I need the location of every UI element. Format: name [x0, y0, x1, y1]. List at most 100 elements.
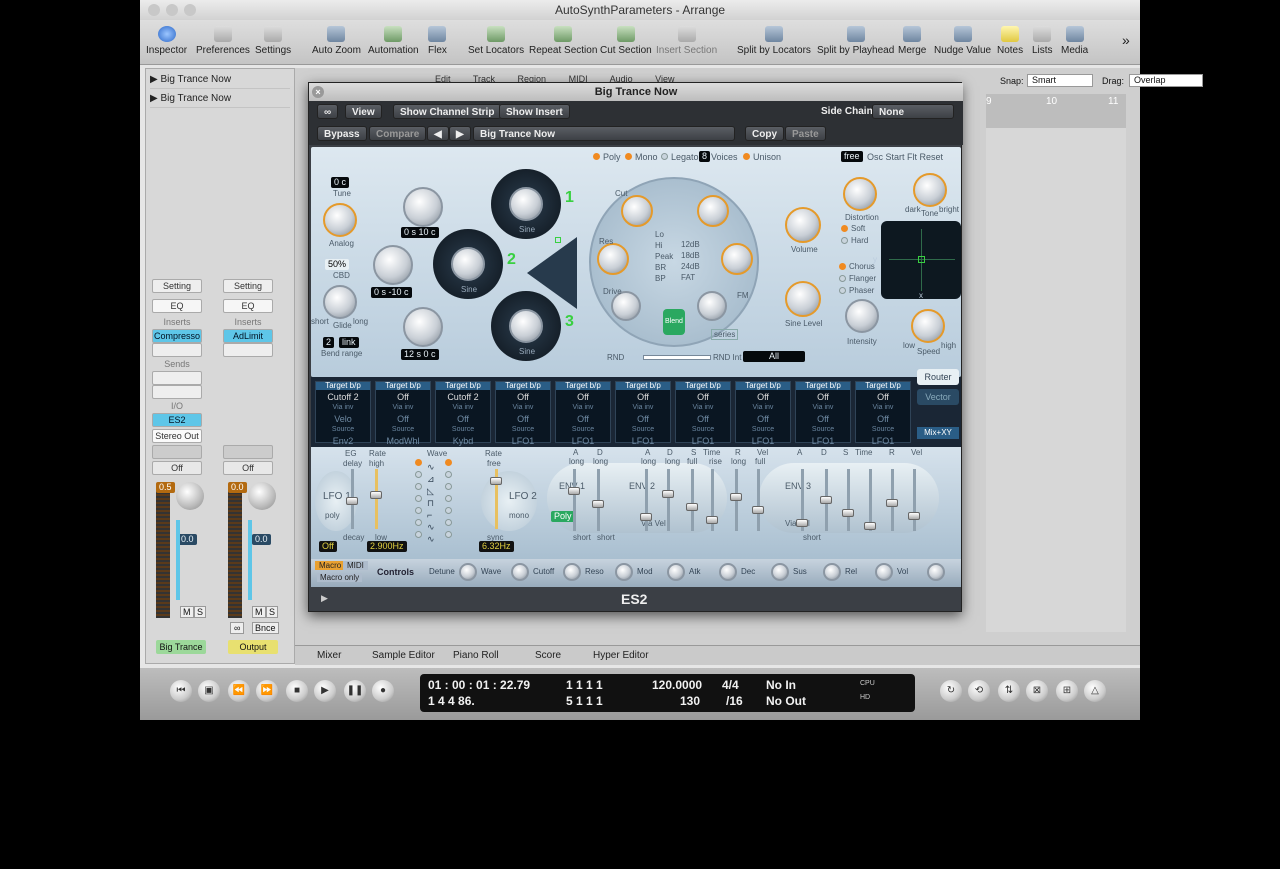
- router-column[interactable]: Target b/p Off Via inv Off Source LFO1: [735, 381, 791, 446]
- bar-ruler[interactable]: 9 10 11: [986, 94, 1126, 128]
- setting-button[interactable]: Setting: [152, 279, 202, 293]
- macro-knob[interactable]: [927, 563, 945, 581]
- lfo1-rate-value[interactable]: 2.900Hz: [367, 541, 407, 552]
- lfo2-wave-led[interactable]: [445, 531, 452, 538]
- preferences-button[interactable]: Preferences: [196, 26, 250, 56]
- triangle-mixer-handle[interactable]: [555, 237, 561, 243]
- snap-select[interactable]: Smart: [1027, 74, 1093, 87]
- macro-knob[interactable]: [823, 563, 841, 581]
- envelope-slider-handle[interactable]: [820, 496, 832, 504]
- speed-knob[interactable]: [911, 309, 945, 343]
- tab-score[interactable]: Score: [535, 650, 561, 661]
- router-column[interactable]: Target b/p Off Via inv Off Source LFO1: [795, 381, 851, 446]
- envelope-slider-handle[interactable]: [662, 490, 674, 498]
- envelope-slider-handle[interactable]: [592, 500, 604, 508]
- osc3-number[interactable]: 3: [565, 313, 574, 331]
- merge-button[interactable]: Merge: [898, 26, 926, 56]
- view-menu[interactable]: View: [345, 104, 382, 119]
- envelope-slider[interactable]: [645, 469, 648, 531]
- lfo2-wave-led[interactable]: [445, 459, 452, 466]
- macro-knob[interactable]: [719, 563, 737, 581]
- voices-value[interactable]: 8: [699, 151, 711, 162]
- stop-icon-alt[interactable]: ▣: [198, 680, 220, 702]
- macro-button[interactable]: Macro: [315, 561, 346, 570]
- filter1-cutoff-knob[interactable]: [621, 195, 653, 227]
- solo-button[interactable]: S: [194, 606, 207, 618]
- flt-reset-label[interactable]: Flt Reset: [907, 152, 943, 162]
- metronome-icon[interactable]: △: [1084, 680, 1106, 702]
- track-header[interactable]: ▶ Big Trance Now: [150, 90, 290, 108]
- lfo2-wave-led[interactable]: [445, 519, 452, 526]
- settings-button[interactable]: Settings: [255, 26, 291, 56]
- filter1-modes[interactable]: Lo Hi Peak BR BP: [655, 229, 673, 284]
- chorus-led[interactable]: [839, 263, 846, 270]
- router-via[interactable]: Off: [376, 412, 430, 426]
- router-source[interactable]: LFO1: [856, 434, 910, 448]
- router-via[interactable]: Off: [616, 412, 670, 426]
- sync-icon[interactable]: ⊞: [1056, 680, 1078, 702]
- cycle-icon[interactable]: ↻: [940, 680, 962, 702]
- show-channel-strip-menu[interactable]: Show Channel Strip: [393, 104, 502, 119]
- macro-knob[interactable]: [511, 563, 529, 581]
- osc3-wave-knob[interactable]: [509, 309, 543, 343]
- send-slot[interactable]: [152, 385, 202, 399]
- bend-link[interactable]: link: [339, 337, 359, 348]
- mute-button[interactable]: M: [252, 606, 266, 618]
- mute-button[interactable]: M: [180, 606, 194, 618]
- router-column[interactable]: Target b/p Cutoff 2 Via inv Off Source Kybd: [435, 381, 491, 446]
- lfo2-rate-value[interactable]: 6.32Hz: [479, 541, 514, 552]
- tab-mixer[interactable]: Mixer: [317, 650, 341, 661]
- router-source[interactable]: LFO1: [496, 434, 550, 448]
- envelope-slider-handle[interactable]: [886, 499, 898, 507]
- group-slot[interactable]: [152, 445, 202, 459]
- inspector-button[interactable]: Inspector: [146, 26, 187, 56]
- tab-sample-editor[interactable]: Sample Editor: [372, 650, 435, 661]
- envelope-slider[interactable]: [757, 469, 760, 531]
- envelope-slider-handle[interactable]: [752, 506, 764, 514]
- preset-select[interactable]: Big Trance Now: [473, 126, 735, 141]
- router-target[interactable]: Cutoff 2: [436, 390, 490, 404]
- channel-name[interactable]: Output: [228, 640, 278, 654]
- automation-mode[interactable]: Off: [223, 461, 273, 475]
- poly-led[interactable]: [593, 153, 600, 160]
- triangle-mixer[interactable]: [527, 237, 577, 309]
- vector-button[interactable]: Vector: [917, 389, 959, 405]
- zoom-window-button[interactable]: [184, 4, 196, 16]
- mono-led[interactable]: [625, 153, 632, 160]
- insert-slot-empty[interactable]: [223, 343, 273, 357]
- router-source[interactable]: Kybd: [436, 434, 490, 448]
- link-icon[interactable]: ∞: [317, 104, 339, 119]
- router-column[interactable]: Target b/p Off Via inv Off Source LFO1: [675, 381, 731, 446]
- solo-icon[interactable]: ⊠: [1026, 680, 1048, 702]
- filter2-cutoff-knob[interactable]: [697, 195, 729, 227]
- router-source[interactable]: Env2: [316, 434, 370, 448]
- router-column[interactable]: Target b/p Off Via inv Off Source LFO1: [555, 381, 611, 446]
- cbd-value[interactable]: 50%: [325, 259, 350, 270]
- auto-zoom-button[interactable]: Auto Zoom: [312, 26, 361, 56]
- router-source[interactable]: LFO1: [616, 434, 670, 448]
- lfo1-eg-handle[interactable]: [346, 497, 358, 505]
- blend-slider[interactable]: Blend: [663, 309, 685, 335]
- close-icon[interactable]: ×: [312, 86, 324, 98]
- macro-knob[interactable]: [615, 563, 633, 581]
- vector-xy-pad[interactable]: y x: [873, 221, 961, 300]
- router-target[interactable]: Off: [376, 390, 430, 404]
- osc1-wave-knob[interactable]: [509, 187, 543, 221]
- lfo1-wave-led[interactable]: [415, 459, 422, 466]
- group-slot[interactable]: [223, 445, 273, 459]
- volume-fader[interactable]: [176, 520, 180, 600]
- rnd-button[interactable]: RND: [607, 353, 624, 362]
- minimize-window-button[interactable]: [166, 4, 178, 16]
- env1-poly[interactable]: Poly: [551, 511, 575, 522]
- osc1-wave-selector[interactable]: Sine: [491, 169, 561, 239]
- router-target[interactable]: Off: [676, 390, 730, 404]
- osc3-tune[interactable]: 12 s 0 c: [401, 349, 439, 360]
- envelope-slider-handle[interactable]: [640, 513, 652, 521]
- envelope-slider-handle[interactable]: [796, 519, 808, 527]
- link-button[interactable]: ∞: [230, 622, 245, 634]
- router-target[interactable]: Off: [736, 390, 790, 404]
- lfo1-wave-led[interactable]: [415, 531, 422, 538]
- lfo1-rate-handle[interactable]: [370, 491, 382, 499]
- tab-piano-roll[interactable]: Piano Roll: [453, 650, 499, 661]
- play-icon[interactable]: ▶: [314, 680, 336, 702]
